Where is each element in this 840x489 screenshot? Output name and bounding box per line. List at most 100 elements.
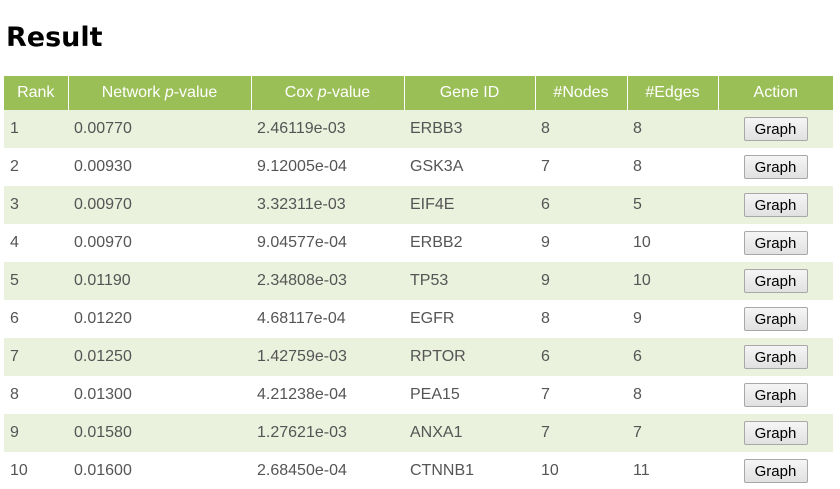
header-rank: Rank xyxy=(4,76,69,110)
cell-rank: 3 xyxy=(4,186,68,224)
header-cox-pvalue-suffix: -value xyxy=(326,84,371,101)
graph-button[interactable]: Graph xyxy=(743,345,808,369)
cell-gene-id: TP53 xyxy=(404,262,535,300)
cell-nodes: 7 xyxy=(535,414,627,452)
cell-gene-id: CTNNB1 xyxy=(404,452,535,489)
results-table: Rank Network p-value Cox p-value Gene ID… xyxy=(4,76,833,489)
graph-button[interactable]: Graph xyxy=(743,193,808,217)
cell-edges: 11 xyxy=(627,452,718,489)
cell-network-pvalue: 0.00930 xyxy=(68,148,251,186)
cell-rank: 9 xyxy=(4,414,68,452)
cell-network-pvalue: 0.00970 xyxy=(68,224,251,262)
cell-nodes: 7 xyxy=(535,376,627,414)
cell-gene-id: PEA15 xyxy=(404,376,535,414)
header-nodes: #Nodes xyxy=(535,76,628,110)
cell-edges: 5 xyxy=(627,186,718,224)
cell-rank: 1 xyxy=(4,110,68,148)
cell-action: Graph xyxy=(718,262,833,300)
cell-gene-id: RPTOR xyxy=(404,338,535,376)
graph-button[interactable]: Graph xyxy=(743,155,808,179)
cell-gene-id: ANXA1 xyxy=(404,414,535,452)
cell-edges: 8 xyxy=(627,110,718,148)
cell-gene-id: ERBB3 xyxy=(404,110,535,148)
cell-cox-pvalue: 9.12005e-04 xyxy=(251,148,404,186)
cell-action: Graph xyxy=(718,338,833,376)
cell-gene-id: GSK3A xyxy=(404,148,535,186)
cell-network-pvalue: 0.01580 xyxy=(68,414,251,452)
cell-edges: 10 xyxy=(627,262,718,300)
cell-nodes: 8 xyxy=(535,110,627,148)
header-cox-pvalue: Cox p-value xyxy=(251,76,405,110)
cell-cox-pvalue: 3.32311e-03 xyxy=(251,186,404,224)
table-row: 9 0.01580 1.27621e-03 ANXA1 7 7 Graph xyxy=(4,414,833,452)
cell-network-pvalue: 0.01300 xyxy=(68,376,251,414)
cell-nodes: 9 xyxy=(535,262,627,300)
table-row: 3 0.00970 3.32311e-03 EIF4E 6 5 Graph xyxy=(4,186,833,224)
graph-button[interactable]: Graph xyxy=(743,459,808,483)
cell-edges: 10 xyxy=(627,224,718,262)
table-row: 7 0.01250 1.42759e-03 RPTOR 6 6 Graph xyxy=(4,338,833,376)
cell-action: Graph xyxy=(718,300,833,338)
table-row: 2 0.00930 9.12005e-04 GSK3A 7 8 Graph xyxy=(4,148,833,186)
header-cox-pvalue-italic: p xyxy=(317,84,327,101)
table-row: 6 0.01220 4.68117e-04 EGFR 8 9 Graph xyxy=(4,300,833,338)
cell-cox-pvalue: 4.68117e-04 xyxy=(251,300,404,338)
header-action: Action xyxy=(718,76,833,110)
graph-button[interactable]: Graph xyxy=(743,421,808,445)
cell-action: Graph xyxy=(718,110,833,148)
cell-action: Graph xyxy=(718,148,833,186)
cell-network-pvalue: 0.01600 xyxy=(68,452,251,489)
cell-cox-pvalue: 4.21238e-04 xyxy=(251,376,404,414)
cell-cox-pvalue: 2.68450e-04 xyxy=(251,452,404,489)
cell-network-pvalue: 0.00970 xyxy=(68,186,251,224)
cell-action: Graph xyxy=(718,452,833,489)
header-cox-pvalue-prefix: Cox xyxy=(284,84,318,101)
cell-action: Graph xyxy=(718,414,833,452)
cell-network-pvalue: 0.00770 xyxy=(68,110,251,148)
cell-gene-id: EIF4E xyxy=(404,186,535,224)
table-row: 8 0.01300 4.21238e-04 PEA15 7 8 Graph xyxy=(4,376,833,414)
header-edges: #Edges xyxy=(627,76,719,110)
table-row: 1 0.00770 2.46119e-03 ERBB3 8 8 Graph xyxy=(4,110,833,148)
cell-nodes: 9 xyxy=(535,224,627,262)
cell-cox-pvalue: 1.42759e-03 xyxy=(251,338,404,376)
graph-button[interactable]: Graph xyxy=(743,383,808,407)
cell-rank: 6 xyxy=(4,300,68,338)
header-network-pvalue-italic: p xyxy=(164,84,174,101)
cell-edges: 6 xyxy=(627,338,718,376)
cell-rank: 10 xyxy=(4,452,68,489)
cell-rank: 7 xyxy=(4,338,68,376)
cell-rank: 5 xyxy=(4,262,68,300)
graph-button[interactable]: Graph xyxy=(743,269,808,293)
cell-edges: 8 xyxy=(627,376,718,414)
header-network-pvalue: Network p-value xyxy=(68,76,252,110)
header-network-pvalue-prefix: Network xyxy=(101,84,165,101)
cell-action: Graph xyxy=(718,186,833,224)
cell-action: Graph xyxy=(718,376,833,414)
graph-button[interactable]: Graph xyxy=(743,231,808,255)
cell-network-pvalue: 0.01190 xyxy=(68,262,251,300)
cell-action: Graph xyxy=(718,224,833,262)
graph-button[interactable]: Graph xyxy=(743,307,808,331)
cell-edges: 8 xyxy=(627,148,718,186)
cell-nodes: 8 xyxy=(535,300,627,338)
cell-nodes: 10 xyxy=(535,452,627,489)
table-header-row: Rank Network p-value Cox p-value Gene ID… xyxy=(4,76,833,110)
cell-network-pvalue: 0.01250 xyxy=(68,338,251,376)
cell-cox-pvalue: 1.27621e-03 xyxy=(251,414,404,452)
cell-edges: 9 xyxy=(627,300,718,338)
cell-cox-pvalue: 2.34808e-03 xyxy=(251,262,404,300)
cell-network-pvalue: 0.01220 xyxy=(68,300,251,338)
graph-button[interactable]: Graph xyxy=(743,117,808,141)
cell-nodes: 6 xyxy=(535,186,627,224)
cell-rank: 8 xyxy=(4,376,68,414)
table-row: 5 0.01190 2.34808e-03 TP53 9 10 Graph xyxy=(4,262,833,300)
header-gene-id: Gene ID xyxy=(404,76,536,110)
header-network-pvalue-suffix: -value xyxy=(173,84,218,101)
table-row: 10 0.01600 2.68450e-04 CTNNB1 10 11 Grap… xyxy=(4,452,833,489)
table-row: 4 0.00970 9.04577e-04 ERBB2 9 10 Graph xyxy=(4,224,833,262)
cell-cox-pvalue: 2.46119e-03 xyxy=(251,110,404,148)
cell-nodes: 7 xyxy=(535,148,627,186)
cell-nodes: 6 xyxy=(535,338,627,376)
cell-edges: 7 xyxy=(627,414,718,452)
